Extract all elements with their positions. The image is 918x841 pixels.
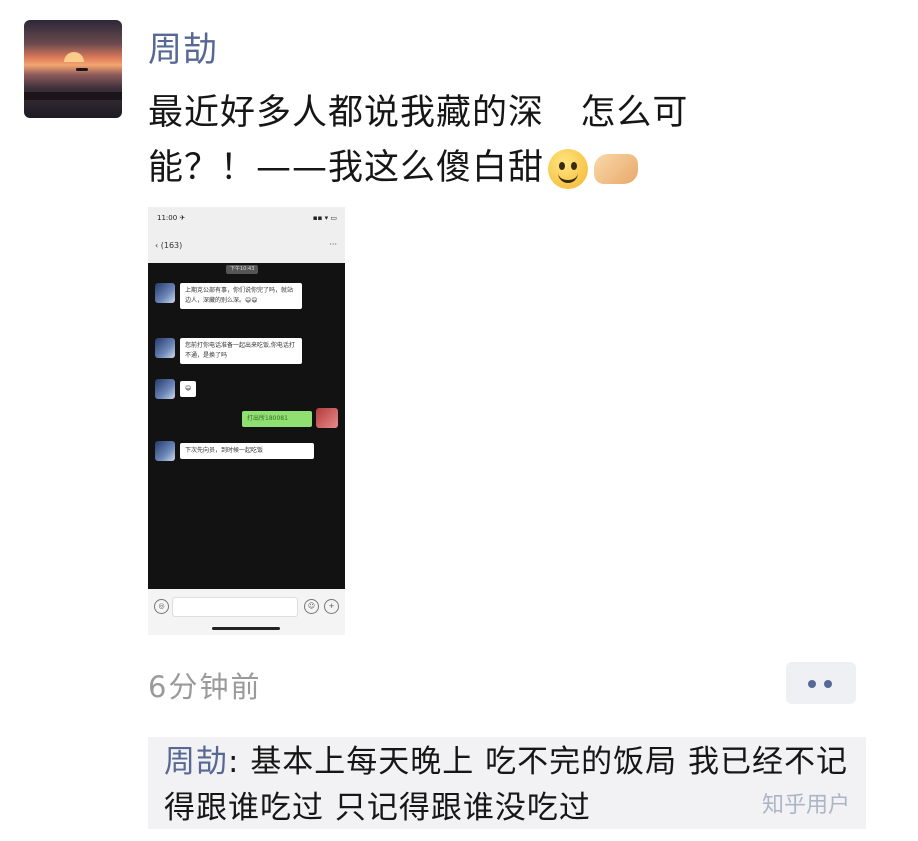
chat-bubble: 😄	[180, 381, 197, 397]
contact-avatar	[155, 283, 175, 303]
chat-screenshot-image[interactable]: 11:00 ✈ ▪▪ ▾ ▭ ‹ (163) ··· 下午10:43 上期克公部…	[148, 207, 345, 635]
post-author-name[interactable]: 周劼	[148, 22, 218, 71]
chat-bubble: 您前打你电话准备一起出来吃饭,你电话打不通，是换了吗	[180, 338, 302, 364]
smile-icon	[548, 149, 589, 189]
bird-silhouette	[76, 68, 88, 71]
chat-input-bar: ◎ ☺ +	[148, 589, 345, 635]
post-timestamp: 6分钟前	[148, 670, 262, 704]
watermark: 知乎用户	[761, 793, 850, 818]
contact-avatar	[155, 441, 175, 461]
horizon-silhouette	[24, 92, 122, 100]
chat-back-label: ‹ (163)	[155, 241, 183, 250]
chat-area: 下午10:43 上期克公部有事，你们说你完了吗，就站边人，深藏的别么深。😄😄 您…	[148, 263, 345, 589]
contact-avatar	[155, 379, 175, 399]
status-signal: ▪▪ ▾ ▭	[312, 214, 337, 222]
more-actions-button[interactable]	[786, 662, 856, 704]
voice-icon: ◎	[154, 599, 169, 614]
home-indicator	[212, 627, 280, 630]
chat-bubble: 下次先向员，到时候一起吃饭	[180, 443, 314, 459]
author-avatar[interactable]	[24, 20, 122, 118]
comment-separator: :	[228, 744, 251, 780]
comment-text: 基本上每天晚上 吃不完的饭局 我已经不记得跟谁吃过 只记得跟谁没吃过	[164, 744, 849, 826]
chat-input-field	[172, 597, 298, 617]
chat-bubble-self: 打出所180081	[242, 411, 312, 427]
chat-more-label: ···	[329, 240, 337, 249]
chat-time-chip: 下午10:43	[226, 265, 259, 274]
self-avatar	[316, 408, 338, 428]
chat-navbar: ‹ (163) ···	[148, 233, 345, 263]
dot-icon	[808, 680, 816, 688]
dot-icon	[824, 680, 832, 688]
plus-icon: +	[324, 599, 339, 614]
comment: 周劼: 基本上每天晚上 吃不完的饭局 我已经不记得跟谁吃过 只记得跟谁没吃过	[164, 739, 854, 831]
contact-avatar	[155, 338, 175, 358]
sunset-sun	[64, 52, 84, 62]
chat-bubble: 上期克公部有事，你们说你完了吗，就站边人，深藏的别么深。😄😄	[180, 283, 302, 309]
handshake-icon	[594, 154, 639, 184]
phone-status-bar: 11:00 ✈ ▪▪ ▾ ▭	[148, 207, 345, 233]
status-time: 11:00 ✈	[157, 214, 186, 222]
post-text: 最近好多人都说我藏的深 怎么可 能？！——我这么傻白甜	[148, 86, 768, 196]
comment-section: 周劼: 基本上每天晚上 吃不完的饭局 我已经不记得跟谁吃过 只记得跟谁没吃过 知…	[148, 737, 866, 829]
emoji-icon: ☺	[304, 599, 319, 614]
comment-author[interactable]: 周劼	[164, 744, 228, 780]
